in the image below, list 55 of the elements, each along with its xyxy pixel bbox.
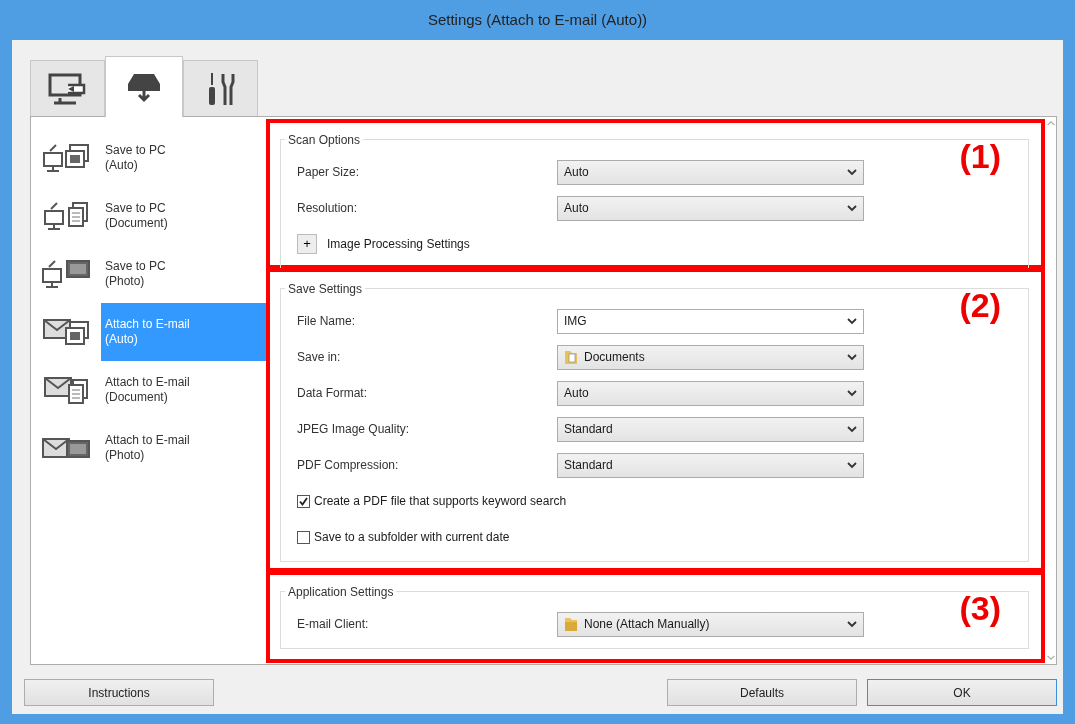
field-label: JPEG Image Quality: (297, 421, 411, 438)
combo-field[interactable]: IMG (557, 308, 864, 334)
computer-picture-icon (42, 260, 90, 288)
chevron-down-icon (847, 620, 857, 628)
computer-pages-icon (43, 144, 89, 172)
field-label: E-mail Client: (297, 616, 370, 633)
sidebar-item[interactable]: Save to PC (Auto) (31, 129, 266, 187)
sidebar-item[interactable]: Attach to E-mail (Photo) (31, 419, 266, 477)
sidebar-item[interactable]: Save to PC (Document) (31, 187, 266, 245)
dropdown[interactable]: Auto (557, 195, 864, 221)
field-label: Save in: (297, 349, 342, 366)
field-label: Resolution: (297, 200, 359, 217)
monitor-arrow-icon (47, 71, 88, 106)
chevron-down-icon (847, 425, 857, 433)
dropdown[interactable]: Auto (557, 159, 864, 185)
folder-document-icon (564, 349, 578, 365)
callout-number: (2) (959, 288, 1001, 322)
tab[interactable] (30, 60, 105, 116)
dropdown[interactable]: Standard (557, 452, 864, 478)
dropdown[interactable]: Documents (557, 344, 864, 370)
envelope-document-icon (44, 376, 88, 404)
chevron-down-icon (847, 168, 857, 176)
field-label: Paper Size: (297, 164, 361, 181)
window-title: Settings (Attach to E-mail (Auto)) (426, 9, 649, 30)
field-label: PDF Compression: (297, 457, 400, 474)
field-label: Data Format: (297, 385, 369, 402)
computer-document-icon (44, 202, 88, 230)
checkbox[interactable] (297, 494, 310, 508)
tab[interactable] (105, 56, 183, 117)
chevron-down-icon (847, 389, 857, 397)
chevron-down-icon (847, 204, 857, 212)
dropdown[interactable]: None (Attach Manually) (557, 611, 864, 637)
envelope-picture-icon (42, 438, 90, 458)
tab[interactable] (183, 60, 258, 116)
chevron-down-icon (847, 353, 857, 361)
folder-icon (564, 616, 578, 632)
expander-label: Image Processing Settings (327, 236, 470, 253)
dropdown[interactable]: Auto (557, 380, 864, 406)
instructions-button[interactable]: Instructions (24, 679, 214, 706)
expand-button[interactable]: + (297, 234, 317, 254)
chevron-down-icon (847, 461, 857, 469)
envelope-pages-icon (43, 319, 89, 345)
callout-number: (3) (959, 591, 1001, 625)
dialog-button[interactable]: Defaults (667, 679, 857, 706)
field-label: File Name: (297, 313, 356, 330)
dropdown[interactable]: Standard (557, 416, 864, 442)
chevron-down-icon (847, 317, 857, 325)
checkbox-label: Create a PDF file that supports keyword search (314, 493, 567, 510)
callout-number: (1) (959, 139, 1001, 173)
sidebar-item[interactable]: Save to PC (Photo) (31, 245, 266, 303)
sidebar-item[interactable]: Attach to E-mail (Document) (31, 361, 266, 419)
checkbox[interactable] (297, 530, 310, 544)
dialog-button[interactable]: OK (867, 679, 1057, 706)
checkbox-label: Save to a subfolder with current date (314, 529, 510, 546)
scanner-icon (126, 71, 162, 103)
